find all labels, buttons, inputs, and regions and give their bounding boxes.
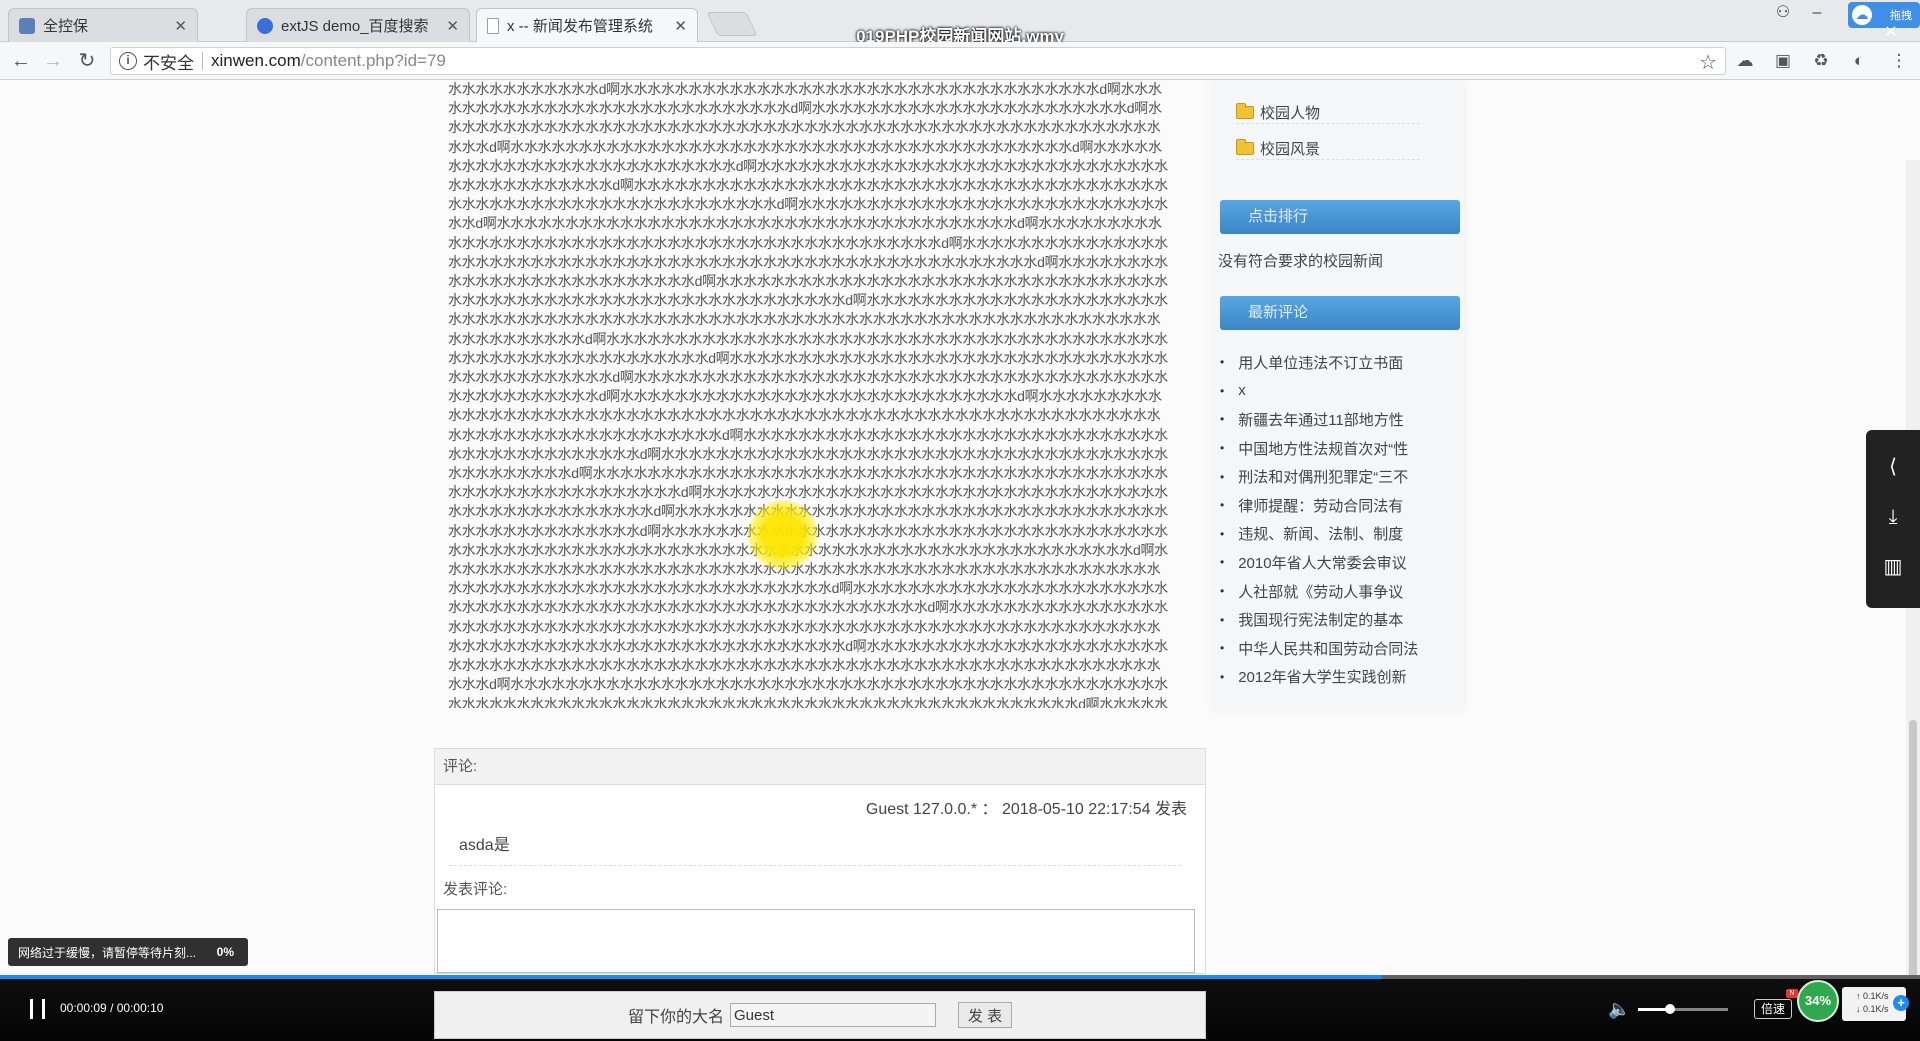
sidebar: 校园人物 校园风景 点击排行 没有符合要求的校园新闻 最新评论 用人单位违法不订… bbox=[1212, 80, 1464, 710]
browser-toolbar: ← → ↻ i 不安全 xinwen.com /content.php?id=7… bbox=[0, 42, 1920, 80]
name-input[interactable] bbox=[730, 1003, 936, 1027]
info-icon[interactable]: i bbox=[119, 52, 137, 70]
comments-section: 评论: Guest 127.0.0.* ： 2018-05-10 22:17:5… bbox=[434, 748, 1206, 974]
comments-header: 评论: bbox=[435, 749, 1205, 785]
side-action-panel: ⟨ ⤓ ▥ bbox=[1866, 430, 1920, 608]
time-display: 00:00:09 / 00:00:10 bbox=[60, 1001, 163, 1015]
comment-textarea[interactable] bbox=[437, 909, 1195, 973]
recent-comments-header: 最新评论 bbox=[1220, 296, 1460, 330]
insecure-label: 不安全 bbox=[143, 53, 194, 73]
buffer-message: 网络过于缓慢，请暂停等待片刻... bbox=[18, 945, 197, 960]
recent-comments-list: 用人单位违法不订立书面 x 新疆去年通过11部地方性 中国地方性法规首次对“性 … bbox=[1220, 348, 1456, 691]
comment-meta: Guest 127.0.0.* ： 2018-05-10 22:17:54 发表 bbox=[865, 801, 1187, 818]
volume-icon[interactable]: 🔈 bbox=[1608, 999, 1630, 1020]
article-text: 水水水水水水水水水水水d啊水水水水水水水水水水水水水水水水水水水水水水水水水水水… bbox=[448, 81, 1168, 708]
user-icon[interactable]: ⚇ bbox=[1772, 4, 1794, 22]
forward-icon[interactable]: → bbox=[40, 48, 66, 74]
minimize-icon[interactable]: – bbox=[1806, 4, 1828, 22]
list-item[interactable]: x bbox=[1220, 377, 1456, 406]
extension-icon[interactable]: ☁ bbox=[1734, 51, 1756, 71]
divider bbox=[449, 865, 1181, 866]
back-icon[interactable]: ← bbox=[8, 48, 34, 74]
list-item[interactable]: 2012年省大学生实践创新 bbox=[1220, 663, 1456, 692]
pause-icon[interactable] bbox=[28, 999, 48, 1019]
time-separator: / bbox=[110, 1001, 117, 1015]
category-label: 校园人物 bbox=[1260, 105, 1321, 122]
list-item[interactable]: 用人单位违法不订立书面 bbox=[1220, 348, 1456, 377]
list-item[interactable]: 新疆去年通过11部地方性 bbox=[1220, 405, 1456, 434]
duration: 00:00:10 bbox=[116, 1001, 164, 1015]
list-item[interactable]: 人社部就《劳动人事争议 bbox=[1220, 577, 1456, 606]
category-item[interactable]: 校园人物 bbox=[1236, 102, 1420, 124]
divider bbox=[202, 52, 203, 70]
post-comment-header: 发表评论: bbox=[443, 881, 508, 898]
address-bar[interactable]: i 不安全 xinwen.com /content.php?id=79 ☆ bbox=[110, 47, 1726, 75]
progress-bar[interactable] bbox=[0, 975, 1920, 979]
article-body: 水水水水水水水水水水水d啊水水水水水水水水水水水水水水水水水水水水水水水水水水水… bbox=[448, 80, 1170, 708]
scrollbar-thumb[interactable] bbox=[1909, 720, 1917, 975]
share-icon[interactable]: ⟨ bbox=[1878, 452, 1908, 482]
list-item[interactable]: 我国现行宪法制定的基本 bbox=[1220, 605, 1456, 634]
ranking-header: 点击排行 bbox=[1220, 200, 1460, 234]
download-icon[interactable]: ⤓ bbox=[1878, 502, 1908, 532]
player-controls: 00:00:09 / 00:00:10 留下你的大名 发 表 🔈 倍速 N 34… bbox=[0, 975, 1920, 1041]
buffer-percent: 0% bbox=[216, 945, 234, 959]
list-item[interactable]: 违规、新闻、法制、制度 bbox=[1220, 520, 1456, 549]
list-item[interactable]: 中国地方性法规首次对“性 bbox=[1220, 434, 1456, 463]
speed-button[interactable]: 倍速 bbox=[1754, 999, 1793, 1019]
cloud-label: 拖拽 bbox=[1890, 10, 1912, 22]
buffering-toast: 网络过于缓慢，请暂停等待片刻... 0% bbox=[8, 938, 248, 966]
url-host: xinwen.com bbox=[211, 51, 301, 70]
volume-knob[interactable] bbox=[1664, 1004, 1675, 1014]
star-icon[interactable]: ☆ bbox=[1699, 50, 1717, 75]
delete-icon[interactable]: ▥ bbox=[1878, 552, 1908, 582]
name-label: 留下你的大名 bbox=[627, 1009, 724, 1026]
list-item[interactable]: 刑法和对偶刑犯罪定“三不 bbox=[1220, 462, 1456, 491]
list-item[interactable]: 2010年省人大常委会审议 bbox=[1220, 548, 1456, 577]
url-path: /content.php?id=79 bbox=[300, 51, 446, 70]
list-item[interactable]: 中华人民共和国劳动合同法 bbox=[1220, 634, 1456, 663]
ranking-empty-text: 没有符合要求的校园新闻 bbox=[1218, 253, 1384, 270]
cursor-highlight bbox=[748, 500, 818, 570]
comment-body: asda是 bbox=[459, 837, 510, 854]
list-item[interactable]: 律师提醒：劳动合同法有 bbox=[1220, 491, 1456, 520]
reload-icon[interactable]: ↻ bbox=[74, 48, 100, 74]
folder-icon bbox=[1236, 103, 1254, 119]
name-bar: 留下你的大名 发 表 bbox=[434, 991, 1206, 1039]
new-badge: N bbox=[1786, 989, 1798, 998]
progress-fill bbox=[0, 975, 1383, 979]
menu-icon[interactable]: ⋮ bbox=[1888, 51, 1910, 71]
extension-icon[interactable]: ◐ bbox=[1848, 51, 1870, 71]
submit-comment-button[interactable]: 发 表 bbox=[958, 1002, 1012, 1028]
current-time: 00:00:09 bbox=[60, 1001, 107, 1015]
extension-icon[interactable]: ♻ bbox=[1810, 51, 1832, 71]
page-viewport[interactable]: 水水水水水水水水水水水d啊水水水水水水水水水水水水水水水水水水水水水水水水水水水… bbox=[0, 80, 1920, 975]
category-item[interactable]: 校园风景 bbox=[1236, 138, 1420, 160]
add-icon[interactable]: + bbox=[1893, 995, 1909, 1011]
video-player[interactable]: 全控保 ✕ extJS demo_百度搜索 ✕ x -- 新闻发布管理系统 ✕ … bbox=[0, 0, 1920, 1041]
category-label: 校园风景 bbox=[1260, 141, 1321, 158]
volume-slider[interactable] bbox=[1638, 1004, 1728, 1014]
folder-icon bbox=[1236, 139, 1254, 155]
extension-icon[interactable]: ▣ bbox=[1772, 51, 1794, 71]
network-percent-badge[interactable]: 34% bbox=[1797, 980, 1839, 1022]
